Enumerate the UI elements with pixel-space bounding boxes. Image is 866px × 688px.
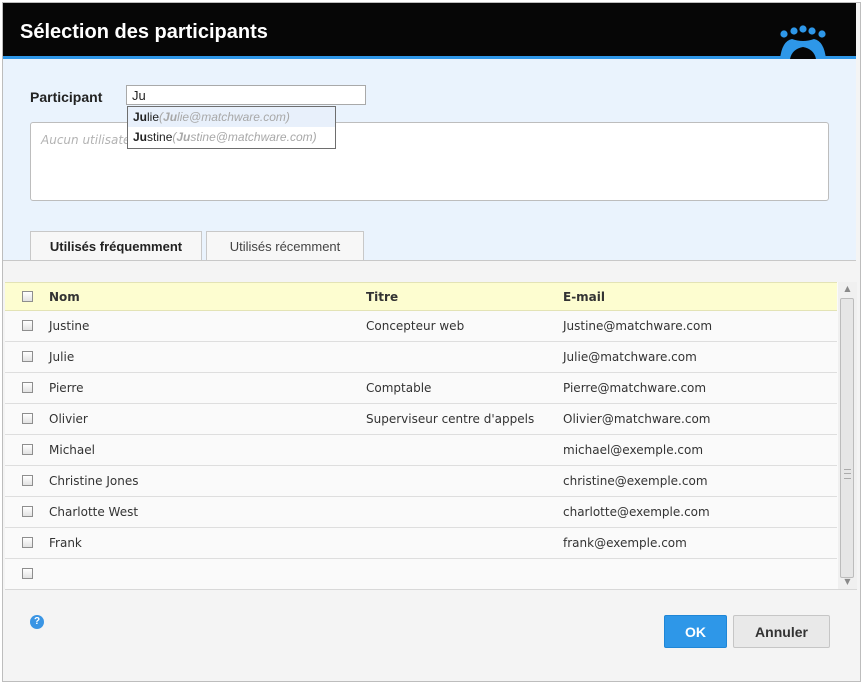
table-row[interactable]: Christine Jones christine@exemple.com bbox=[5, 466, 837, 497]
row-email: christine@exemple.com bbox=[563, 474, 708, 488]
table-row[interactable]: Michael michael@exemple.com bbox=[5, 435, 837, 466]
row-name: Charlotte West bbox=[49, 505, 139, 519]
table-row[interactable]: Pierre Comptable Pierre@matchware.com bbox=[5, 373, 837, 404]
brand-logo-icon bbox=[780, 25, 826, 59]
row-email: Justine@matchware.com bbox=[563, 319, 713, 333]
column-header-nom[interactable]: Nom bbox=[49, 290, 80, 304]
participants-table: Nom Titre E-mail Justine Concepteur web … bbox=[5, 282, 857, 590]
row-checkbox[interactable] bbox=[22, 475, 33, 486]
row-name: Pierre bbox=[49, 381, 84, 395]
row-checkbox[interactable] bbox=[22, 444, 33, 455]
table-row[interactable]: Justine Concepteur web Justine@matchware… bbox=[5, 311, 837, 342]
row-name: Christine Jones bbox=[49, 474, 139, 488]
row-checkbox[interactable] bbox=[22, 568, 33, 579]
select-all-checkbox[interactable] bbox=[22, 291, 33, 302]
scroll-up-arrow-icon[interactable]: ▲ bbox=[840, 282, 855, 296]
participant-label: Participant bbox=[30, 89, 103, 105]
tab-frequently-used[interactable]: Utilisés fréquemment bbox=[30, 231, 202, 261]
row-checkbox[interactable] bbox=[22, 320, 33, 331]
row-title: Comptable bbox=[366, 381, 432, 395]
table-row[interactable]: Frank frank@exemple.com bbox=[5, 528, 837, 559]
row-email: Olivier@matchware.com bbox=[563, 412, 711, 426]
ok-button[interactable]: OK bbox=[664, 615, 727, 648]
column-header-titre[interactable]: Titre bbox=[366, 290, 398, 304]
row-name: Michael bbox=[49, 443, 95, 457]
row-email: Julie@matchware.com bbox=[563, 350, 697, 364]
table-scrollbar[interactable]: ▲ ▼ bbox=[838, 282, 857, 589]
row-checkbox[interactable] bbox=[22, 506, 33, 517]
row-title: Superviseur centre d'appels bbox=[366, 412, 535, 426]
row-checkbox[interactable] bbox=[22, 382, 33, 393]
row-email: frank@exemple.com bbox=[563, 536, 687, 550]
table-row[interactable]: Julie Julie@matchware.com bbox=[5, 342, 837, 373]
row-name: Justine bbox=[49, 319, 90, 333]
dialog-titlebar: Sélection des participants bbox=[3, 3, 856, 59]
row-checkbox[interactable] bbox=[22, 413, 33, 424]
question-circle-icon[interactable]: ? bbox=[30, 615, 44, 629]
column-header-email[interactable]: E-mail bbox=[563, 290, 605, 304]
row-email: charlotte@exemple.com bbox=[563, 505, 710, 519]
participant-search-input[interactable] bbox=[126, 85, 366, 105]
row-email: michael@exemple.com bbox=[563, 443, 704, 457]
tab-divider bbox=[3, 260, 856, 261]
table-row[interactable]: Charlotte West charlotte@exemple.com bbox=[5, 497, 837, 528]
scroll-down-arrow-icon[interactable]: ▼ bbox=[840, 575, 855, 589]
row-checkbox[interactable] bbox=[22, 537, 33, 548]
table-header: Nom Titre E-mail bbox=[5, 282, 837, 311]
table-row[interactable] bbox=[5, 559, 837, 589]
tab-recently-used[interactable]: Utilisés récemment bbox=[206, 231, 364, 261]
cancel-button[interactable]: Annuler bbox=[733, 615, 830, 648]
row-name: Julie bbox=[49, 350, 75, 364]
autocomplete-dropdown: Julie(Julie@matchware.com) Justine(Justi… bbox=[127, 106, 336, 149]
row-checkbox[interactable] bbox=[22, 351, 33, 362]
dialog-title: Sélection des participants bbox=[20, 21, 268, 43]
row-title: Concepteur web bbox=[366, 319, 465, 333]
table-row[interactable]: Olivier Superviseur centre d'appels Oliv… bbox=[5, 404, 837, 435]
scrollbar-thumb[interactable] bbox=[840, 298, 854, 578]
row-name: Frank bbox=[49, 536, 82, 550]
suggestion-justine[interactable]: Justine(Justine@matchware.com) bbox=[128, 127, 335, 147]
row-name: Olivier bbox=[49, 412, 88, 426]
row-email: Pierre@matchware.com bbox=[563, 381, 707, 395]
suggestion-julie[interactable]: Julie(Julie@matchware.com) bbox=[128, 107, 335, 127]
